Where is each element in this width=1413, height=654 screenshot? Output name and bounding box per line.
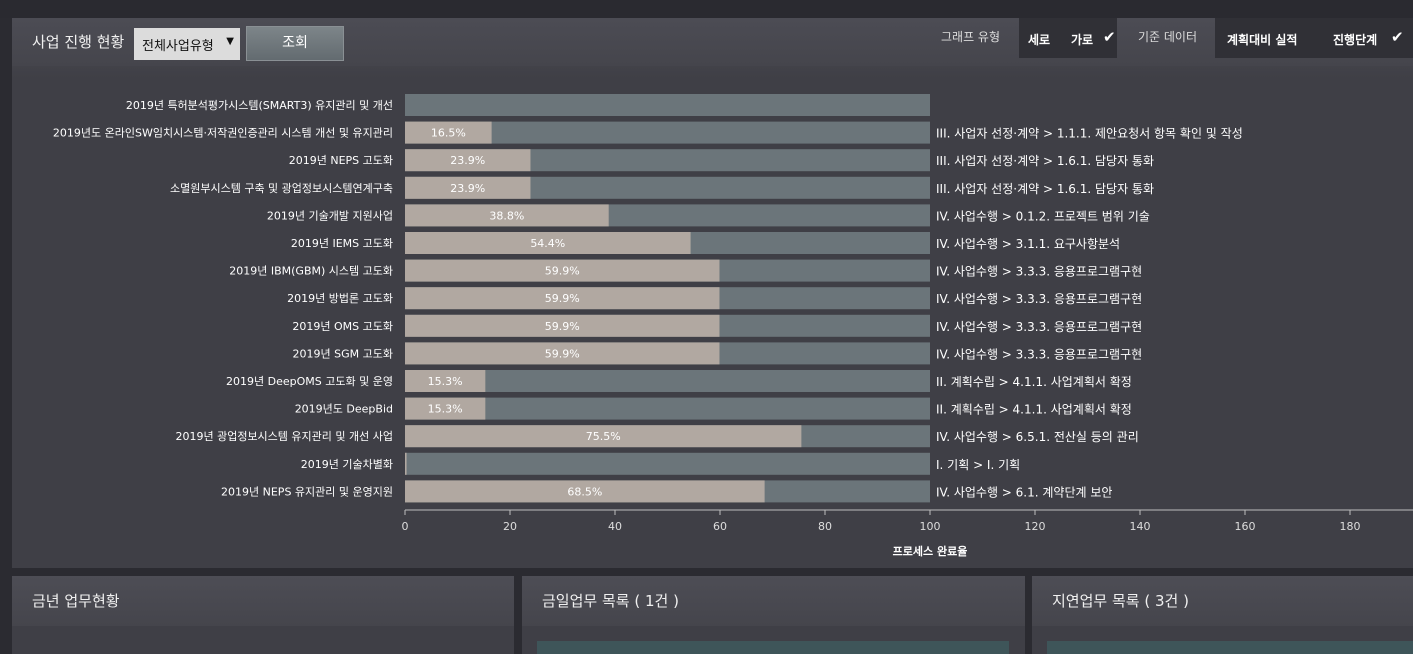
category-label: 2019년 IBM(GBM) 시스템 고도화 bbox=[229, 265, 393, 278]
x-axis-tick-label: 160 bbox=[1235, 520, 1256, 533]
bar-value-label: 59.9% bbox=[545, 265, 580, 278]
stage-label: IV. 사업수행 > 3.3.3. 응용프로그램구현 bbox=[936, 319, 1142, 334]
bar-value-label: 23.9% bbox=[450, 182, 485, 195]
category-label: 2019년 방법론 고도화 bbox=[287, 292, 393, 305]
x-axis-tick-label: 60 bbox=[713, 520, 727, 533]
panel-header: 지연업무 목록 ( 3건 ) bbox=[1032, 576, 1413, 626]
category-label: 2019년도 DeepBid bbox=[295, 403, 393, 416]
stage-label: IV. 사업수행 > 3.1.1. 요구사항분석 bbox=[936, 236, 1120, 251]
bar-track bbox=[405, 452, 930, 475]
x-axis-tick-label: 20 bbox=[503, 520, 517, 533]
stage-label: III. 사업자 선정·계약 > 1.6.1. 담당자 통화 bbox=[936, 181, 1154, 196]
stage-label: III. 사업자 선정·계약 > 1.1.1. 제안요청서 항목 확인 및 작성 bbox=[936, 126, 1243, 141]
stage-label: III. 사업자 선정·계약 > 1.6.1. 담당자 통화 bbox=[936, 153, 1154, 168]
x-axis-tick-label: 180 bbox=[1340, 520, 1361, 533]
x-axis-tick-label: 80 bbox=[818, 520, 832, 533]
stage-label: I. 기획 > I. 기획 bbox=[936, 458, 1020, 472]
bar-value-label: 16.5% bbox=[431, 127, 466, 140]
category-label: 2019년 기술개발 지원사업 bbox=[267, 209, 393, 222]
stage-label: IV. 사업수행 > 3.3.3. 응용프로그램구현 bbox=[936, 264, 1142, 279]
stage-label: IV. 사업수행 > 6.5.1. 전산실 등의 관리 bbox=[936, 429, 1139, 444]
bar-track bbox=[405, 94, 930, 116]
category-label: 2019년 OMS 고도화 bbox=[292, 320, 393, 333]
panel-header: 금년 업무현황 bbox=[12, 576, 514, 626]
bar-fill bbox=[405, 452, 407, 475]
category-label: 2019년 기술차별화 bbox=[301, 458, 393, 471]
bar-value-label: 23.9% bbox=[450, 154, 485, 167]
bar-value-label: 15.3% bbox=[428, 375, 463, 388]
x-axis-tick-label: 100 bbox=[920, 520, 941, 533]
category-label: 소멸원부시스템 구축 및 광업정보시스템연계구축 bbox=[170, 182, 393, 195]
bar-value-label: 59.9% bbox=[545, 292, 580, 305]
x-axis-title: 프로세스 완료율 bbox=[893, 544, 968, 558]
category-label: 2019년도 온라인SW임치시스템·저작권인증관리 시스템 개선 및 유지관리 bbox=[53, 127, 393, 140]
today-tasks-title: 금일업무 목록 ( 1건 ) bbox=[542, 592, 679, 610]
stage-label: II. 계획수립 > 4.1.1. 사업계획서 확정 bbox=[936, 403, 1132, 417]
today-tasks-panel: 금일업무 목록 ( 1건 ) bbox=[522, 576, 1025, 654]
delayed-tasks-title: 지연업무 목록 ( 3건 ) bbox=[1052, 592, 1189, 610]
category-label: 2019년 IEMS 고도화 bbox=[291, 237, 393, 250]
stage-label: II. 계획수립 > 4.1.1. 사업계획서 확정 bbox=[936, 375, 1132, 389]
category-label: 2019년 광업정보시스템 유지관리 및 개선 사업 bbox=[175, 430, 393, 443]
category-label: 2019년 SGM 고도화 bbox=[293, 347, 393, 360]
bar-value-label: 59.9% bbox=[545, 320, 580, 333]
stage-label: IV. 사업수행 > 3.3.3. 응용프로그램구현 bbox=[936, 291, 1142, 306]
bar-value-label: 68.5% bbox=[567, 485, 602, 498]
progress-bar-chart: 2019년 특허분석평가시스템(SMART3) 유지관리 및 개선 2019년도 … bbox=[53, 94, 1413, 558]
bar-value-label: 75.5% bbox=[586, 430, 621, 443]
category-label: 2019년 NEPS 유지관리 및 운영지원 bbox=[221, 485, 393, 498]
stage-label: IV. 사업수행 > 0.1.2. 프로젝트 범위 기술 bbox=[936, 208, 1150, 223]
project-progress-panel: 사업 진행 현황 전체사업유형 ▼ 조회 그래프 유형 세로 가로 ✔ 기준 데… bbox=[12, 18, 1413, 568]
today-tasks-list bbox=[537, 641, 1009, 654]
delayed-tasks-panel: 지연업무 목록 ( 3건 ) bbox=[1032, 576, 1413, 654]
bar-value-label: 54.4% bbox=[530, 237, 565, 250]
x-axis-tick-label: 120 bbox=[1025, 520, 1046, 533]
bar-value-label: 15.3% bbox=[428, 403, 463, 416]
category-label: 2019년 특허분석평가시스템(SMART3) 유지관리 및 개선 bbox=[126, 99, 393, 112]
yearly-status-panel: 금년 업무현황 bbox=[12, 576, 514, 654]
stage-label: IV. 사업수행 > 3.3.3. 응용프로그램구현 bbox=[936, 346, 1142, 361]
bar-value-label: 38.8% bbox=[489, 209, 524, 222]
x-axis-tick-label: 0 bbox=[402, 520, 409, 533]
bar-value-label: 59.9% bbox=[545, 347, 580, 360]
yearly-status-title: 금년 업무현황 bbox=[32, 592, 120, 610]
category-label: 2019년 DeepOMS 고도화 및 운영 bbox=[226, 375, 393, 388]
x-axis-tick-label: 140 bbox=[1130, 520, 1151, 533]
category-label: 2019년 NEPS 고도화 bbox=[289, 154, 393, 167]
delayed-tasks-list bbox=[1047, 641, 1413, 654]
x-axis-tick-label: 40 bbox=[608, 520, 622, 533]
top-band bbox=[0, 0, 1413, 18]
stage-label: IV. 사업수행 > 6.1. 계약단계 보안 bbox=[936, 484, 1112, 499]
panel-header: 금일업무 목록 ( 1건 ) bbox=[522, 576, 1025, 626]
